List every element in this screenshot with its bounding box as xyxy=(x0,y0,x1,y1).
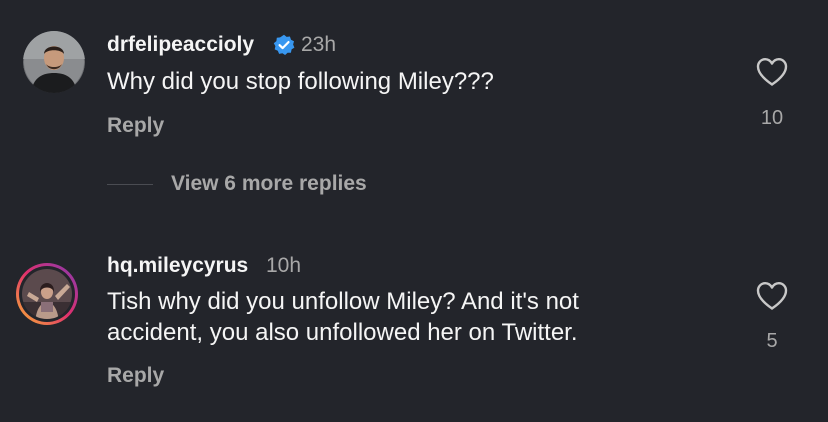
avatar[interactable] xyxy=(23,31,85,93)
comment-text: Why did you stop following Miley??? xyxy=(107,66,494,97)
replies-divider xyxy=(107,184,153,185)
comment-text-line: Why did you stop following Miley??? xyxy=(107,68,494,95)
heart-outline-icon[interactable] xyxy=(755,279,789,313)
verified-badge-icon xyxy=(273,34,295,56)
comment-text-line: Tish why did you unfollow Miley? And it'… xyxy=(107,288,579,315)
avatar[interactable] xyxy=(15,262,79,326)
reply-button[interactable]: Reply xyxy=(107,364,164,388)
comment-username[interactable]: hq.mileycyrus xyxy=(107,254,248,278)
comment-text: Tish why did you unfollow Miley? And it'… xyxy=(107,286,579,348)
heart-outline-icon[interactable] xyxy=(755,55,789,89)
comment-timestamp: 10h xyxy=(266,254,302,277)
reply-button[interactable]: Reply xyxy=(107,114,164,138)
comment-username[interactable]: drfelipeaccioly xyxy=(107,33,254,57)
comment-text-line: accident, you also unfollowed her on Twi… xyxy=(107,319,578,346)
like-count: 10 xyxy=(760,107,784,129)
comments-panel: drfelipeaccioly 23h Why did you stop fol… xyxy=(0,0,828,422)
comment-timestamp: 23h xyxy=(301,33,337,56)
like-count: 5 xyxy=(766,330,778,352)
view-replies-button[interactable]: View 6 more replies xyxy=(171,172,367,196)
